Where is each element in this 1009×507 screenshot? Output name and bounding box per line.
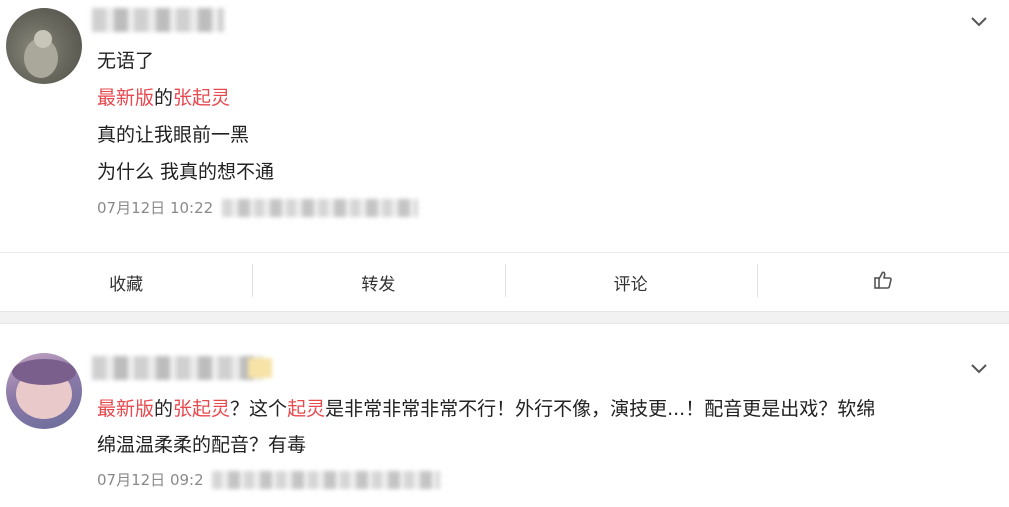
post-text-line: 最新版的张起灵 [97, 85, 230, 111]
action-bar: 收藏 转发 评论 [0, 253, 1009, 311]
post-card-1: 无语了 最新版的张起灵 真的让我眼前一黑 为什么 我真的想不通 07月12日 1… [0, 0, 1009, 311]
username-blurred[interactable] [92, 356, 262, 380]
collect-button[interactable]: 收藏 [0, 253, 252, 311]
highlight-text[interactable]: 最新版 [97, 87, 154, 109]
plain-text: 的 [154, 87, 174, 109]
thumbs-up-icon [873, 270, 893, 295]
comment-button[interactable]: 评论 [504, 253, 757, 311]
chevron-down-icon[interactable] [971, 14, 987, 30]
post-text-line: 为什么 我真的想不通 [97, 161, 275, 183]
source-blurred [212, 471, 440, 489]
avatar[interactable] [6, 353, 82, 429]
plain-text: 是非常非常非常不行！外行不像，演技更...！配音更是出戏？软绵 [325, 398, 876, 420]
post-text-line: 最新版的张起灵？这个起灵是非常非常非常不行！外行不像，演技更...！配音更是出戏… [97, 396, 875, 422]
post-text-line: 无语了 [97, 50, 155, 72]
repost-button[interactable]: 转发 [252, 253, 504, 311]
plain-text: 的 [154, 398, 174, 420]
highlight-text[interactable]: 最新版 [97, 398, 154, 420]
post-timestamp: 07月12日 09:2 [97, 471, 204, 489]
highlight-text[interactable]: 张起灵 [173, 87, 230, 109]
post-timestamp: 07月12日 10:22 [97, 199, 214, 217]
chevron-down-icon[interactable] [971, 361, 987, 377]
like-button[interactable] [756, 253, 1009, 311]
source-blurred [222, 199, 418, 217]
highlight-text[interactable]: 张起灵 [173, 398, 230, 420]
section-gap [0, 311, 1009, 324]
user-badge [248, 358, 272, 378]
highlight-text[interactable]: 起灵 [287, 398, 325, 420]
post-text-line: 真的让我眼前一黑 [97, 124, 250, 146]
avatar[interactable] [6, 8, 82, 84]
post-text-line: 绵温温柔柔的配音？有毒 [97, 434, 307, 456]
username-blurred[interactable] [92, 8, 224, 32]
plain-text: ？这个 [230, 398, 288, 420]
